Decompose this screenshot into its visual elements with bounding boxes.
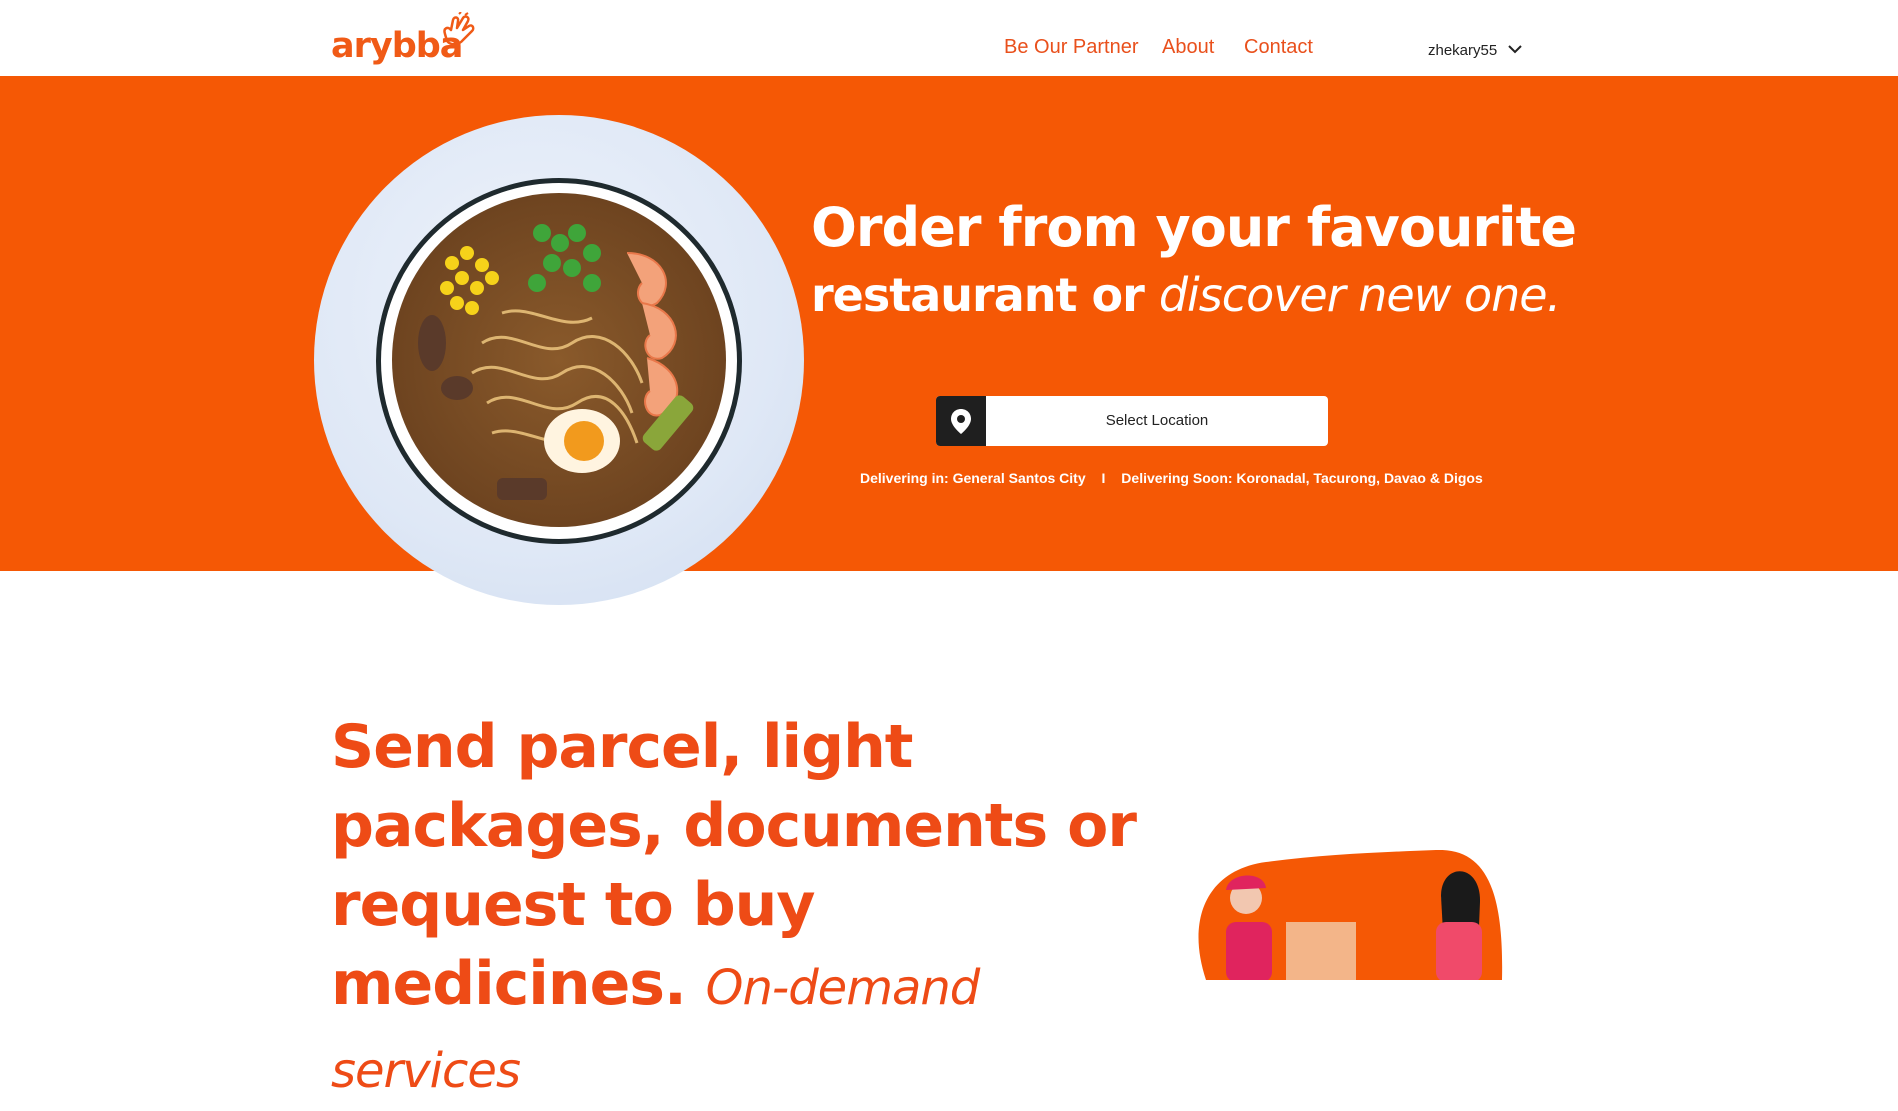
- hero-subtitle: restaurant or discover new one.: [811, 268, 1561, 322]
- nav-contact[interactable]: Contact: [1244, 36, 1313, 59]
- delivering-soon-text: Delivering Soon: Koronadal, Tacurong, Da…: [1121, 470, 1483, 486]
- user-menu-name[interactable]: zhekary55: [1428, 42, 1497, 59]
- ramen-toppings-image: [418, 224, 694, 500]
- hero-title: Order from your favourite: [811, 196, 1577, 259]
- select-location-button[interactable]: Select Location: [936, 396, 1328, 446]
- site-header: arybba Be Our Partner About Contact zhek…: [0, 0, 1898, 76]
- separator: I: [1101, 470, 1106, 486]
- delivery-areas: Delivering in: General Santos City I Del…: [860, 470, 1483, 486]
- services-headline: Send parcel, light packages, documents o…: [331, 708, 1151, 1111]
- hero-subtitle-italic: discover new one.: [1158, 268, 1561, 322]
- delivering-in-text: Delivering in: General Santos City: [860, 470, 1086, 486]
- chevron-down-icon[interactable]: [1506, 42, 1524, 56]
- arybba-logo[interactable]: arybba: [331, 12, 476, 70]
- delivery-handoff-illustration: [1198, 850, 1503, 980]
- hero-subtitle-bold: restaurant or: [811, 268, 1145, 322]
- nav-about[interactable]: About: [1162, 36, 1214, 59]
- select-location-label: Select Location: [1105, 412, 1209, 429]
- hero-banner: [0, 76, 1898, 571]
- hand-heart-icon: [443, 12, 475, 46]
- nav-be-our-partner[interactable]: Be Our Partner: [1004, 36, 1139, 59]
- location-pin-icon: [936, 396, 986, 446]
